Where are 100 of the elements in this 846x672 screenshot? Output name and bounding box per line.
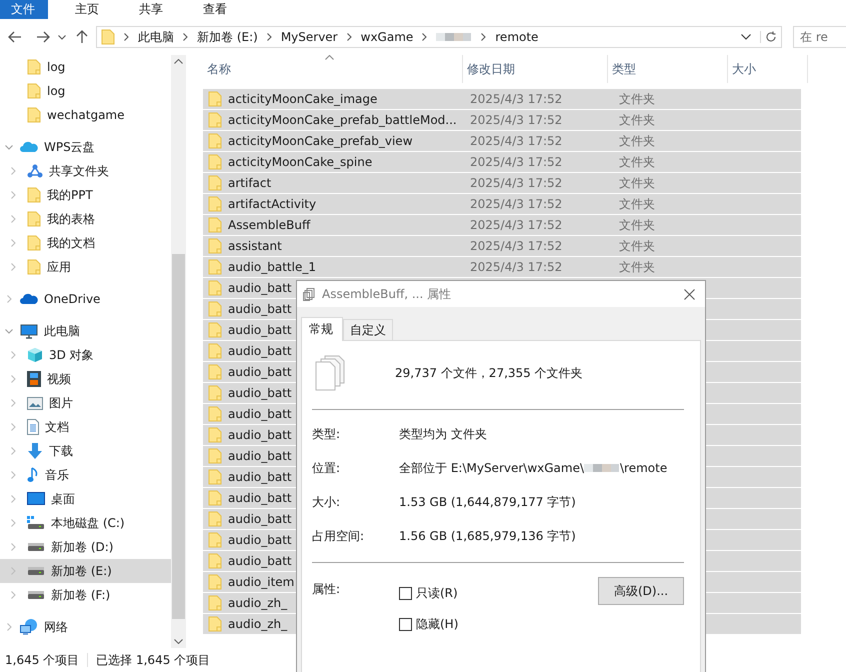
field-label: 属性: bbox=[312, 581, 342, 598]
dialog-tab[interactable]: 自定义 bbox=[343, 319, 393, 340]
field-value: 类型均为 文件夹 bbox=[399, 426, 487, 443]
dropdown-caret-icon[interactable] bbox=[58, 34, 66, 40]
folder-icon bbox=[27, 187, 41, 203]
tree-item[interactable]: 此电脑 bbox=[0, 319, 171, 343]
checkbox[interactable] bbox=[399, 618, 412, 631]
monitor-icon bbox=[27, 492, 45, 506]
tree-item[interactable]: 图片 bbox=[0, 391, 171, 415]
tree-item[interactable]: log bbox=[0, 79, 171, 103]
chevron-icon[interactable] bbox=[183, 33, 188, 41]
ribbon-tab[interactable]: 文件 bbox=[0, 0, 48, 19]
folder-icon bbox=[208, 175, 222, 191]
tree-item[interactable]: WPS云盘 bbox=[0, 135, 171, 159]
folder-icon bbox=[27, 211, 41, 227]
tree-item[interactable]: 应用 bbox=[0, 255, 171, 279]
tree-item[interactable]: 我的PPT bbox=[0, 183, 171, 207]
breadcrumb[interactable]: MyServer bbox=[280, 30, 338, 44]
file-row[interactable]: artifactActivity 2025/4/3 17:52 文件夹 bbox=[203, 194, 801, 214]
up-arrow-icon[interactable] bbox=[76, 30, 88, 44]
file-name: audio_batt bbox=[228, 428, 292, 442]
back-arrow-icon[interactable] bbox=[8, 31, 22, 43]
type-cell-text: 文件夹 bbox=[618, 258, 656, 276]
close-icon[interactable] bbox=[684, 288, 695, 300]
address-bar[interactable]: 此电脑 新加卷 (E:) MyServer wxGame remote bbox=[96, 26, 782, 48]
file-row[interactable]: acticityMoonCake_prefab_battleMod... 2025/4/3 17:52 文件夹 bbox=[203, 110, 801, 130]
checkbox[interactable] bbox=[399, 587, 412, 600]
chevron-icon[interactable] bbox=[266, 33, 272, 41]
file-row[interactable]: artifact 2025/4/3 17:52 文件夹 bbox=[203, 173, 801, 193]
date-cell-text: 2025/4/3 17:52 bbox=[470, 92, 564, 106]
tree-item[interactable]: 桌面 bbox=[0, 487, 171, 511]
ribbon-tab[interactable]: 主页 bbox=[64, 0, 112, 19]
tree-item[interactable]: 新加卷 (E:) bbox=[0, 559, 171, 583]
file-row[interactable]: acticityMoonCake_prefab_view 2025/4/3 17:52 文件夹 bbox=[203, 131, 801, 151]
folder-icon bbox=[208, 490, 222, 506]
search-field[interactable]: 在 re bbox=[793, 26, 846, 48]
advanced-button[interactable]: 高级(D)... bbox=[598, 577, 684, 605]
breadcrumb[interactable]: wxGame bbox=[360, 30, 414, 44]
chevron-icon[interactable] bbox=[124, 33, 129, 41]
tree-item[interactable]: 网络 bbox=[0, 615, 171, 639]
tree-item[interactable]: 共享文件夹 bbox=[0, 159, 171, 183]
column-header[interactable]: 大小 bbox=[728, 55, 808, 83]
file-name: acticityMoonCake_spine bbox=[228, 155, 372, 169]
folder-icon bbox=[208, 259, 222, 275]
down-caret-icon[interactable] bbox=[174, 639, 183, 644]
tree-item[interactable]: 新加卷 (F:) bbox=[0, 583, 171, 607]
dialog-tab[interactable]: 常规 bbox=[301, 317, 343, 341]
music-note-icon bbox=[27, 467, 39, 483]
forward-arrow-icon[interactable] bbox=[36, 31, 50, 43]
type-cell-text: 文件夹 bbox=[618, 196, 656, 212]
tree-item[interactable]: wechatgame bbox=[0, 103, 171, 127]
scrollbar[interactable] bbox=[171, 55, 186, 648]
cloud-icon bbox=[20, 141, 38, 153]
tree-item[interactable]: 我的文档 bbox=[0, 231, 171, 255]
file-row[interactable]: acticityMoonCake_image 2025/4/3 17:52 文件夹 bbox=[203, 89, 801, 109]
ribbon-tab[interactable]: 查看 bbox=[192, 0, 240, 19]
field-value: 1.56 GB (1,685,979,136 字节) bbox=[399, 528, 576, 545]
tree-item[interactable]: log bbox=[0, 55, 171, 79]
film-icon bbox=[27, 371, 41, 387]
breadcrumb[interactable]: 新加卷 (E:) bbox=[197, 28, 258, 46]
column-header[interactable]: 名称 bbox=[203, 55, 463, 83]
breadcrumb[interactable]: 此电脑 bbox=[138, 28, 174, 46]
file-name: audio_batt bbox=[228, 512, 292, 526]
tree-item[interactable]: 文档 bbox=[0, 415, 171, 439]
tree-item[interactable]: 视频 bbox=[0, 367, 171, 391]
up-caret-icon[interactable] bbox=[174, 59, 183, 64]
date-cell-text: 2025/4/3 17:52 bbox=[470, 155, 564, 169]
chevron-icon[interactable] bbox=[481, 33, 486, 41]
tree-item[interactable]: 音乐 bbox=[0, 463, 171, 487]
tree-item[interactable]: 我的表格 bbox=[0, 207, 171, 231]
folder-icon bbox=[208, 532, 222, 548]
file-row[interactable]: AssembleBuff 2025/4/3 17:52 文件夹 bbox=[203, 215, 801, 235]
folder-icon bbox=[101, 29, 115, 45]
chevron-icon[interactable] bbox=[422, 33, 428, 41]
tree-item[interactable]: 新加卷 (D:) bbox=[0, 535, 171, 559]
scrollbar-thumb[interactable] bbox=[172, 254, 185, 619]
breadcrumb[interactable]: remote bbox=[495, 30, 538, 44]
folder-icon bbox=[208, 448, 222, 464]
type-cell-text: 文件夹 bbox=[618, 112, 656, 128]
file-name: audio_batt bbox=[228, 470, 292, 484]
folder-icon bbox=[27, 235, 41, 251]
field-value: 1.53 GB (1,644,879,177 字节) bbox=[399, 494, 576, 511]
tree-item[interactable]: 本地磁盘 (C:) bbox=[0, 511, 171, 535]
folder-icon bbox=[27, 107, 41, 123]
ribbon-tab[interactable]: 共享 bbox=[128, 0, 176, 19]
file-row[interactable]: audio_battle_1 2025/4/3 17:52 文件夹 bbox=[203, 257, 801, 277]
file-row[interactable]: assistant 2025/4/3 17:52 文件夹 bbox=[203, 236, 801, 256]
tree-item[interactable]: 3D 对象 bbox=[0, 343, 171, 367]
tree-item[interactable]: OneDrive bbox=[0, 287, 171, 311]
refresh-icon[interactable] bbox=[760, 31, 777, 43]
file-row[interactable]: acticityMoonCake_spine 2025/4/3 17:52 文件夹 bbox=[203, 152, 801, 172]
column-header[interactable]: 修改日期 bbox=[463, 55, 608, 83]
chevron-icon[interactable] bbox=[346, 33, 352, 41]
summary-text: 29,737 个文件，27,355 个文件夹 bbox=[395, 364, 583, 382]
folder-icon bbox=[208, 112, 222, 128]
tree-item[interactable]: 下载 bbox=[0, 439, 171, 463]
dropdown-caret-icon[interactable] bbox=[741, 34, 751, 40]
dialog-title: AssembleBuff, ... 属性 bbox=[322, 286, 452, 302]
folder-icon bbox=[208, 364, 222, 380]
column-header[interactable]: 类型 bbox=[608, 55, 728, 83]
